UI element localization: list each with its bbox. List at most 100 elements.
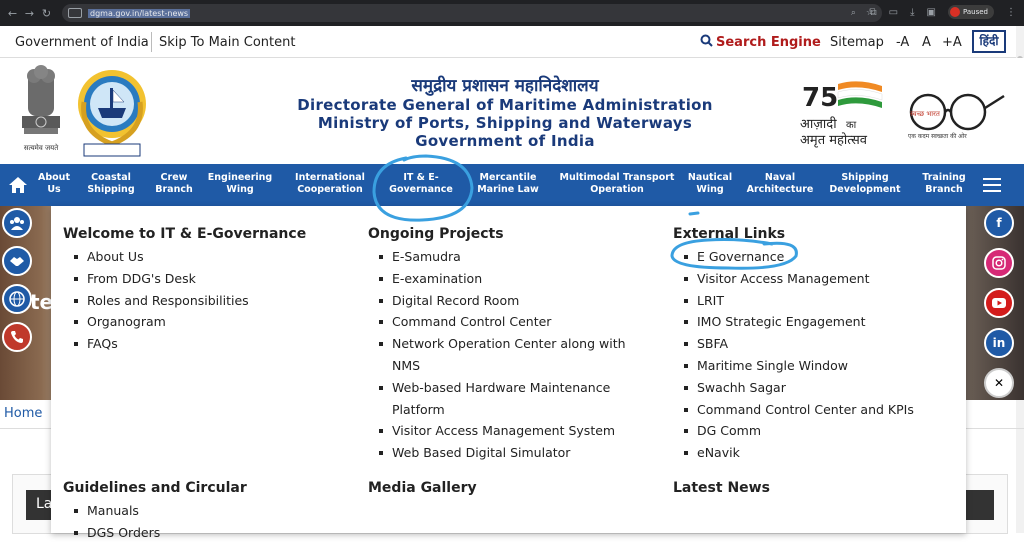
link-hardware-maintenance[interactable]: Web-based Hardware Maintenance Platform (368, 377, 648, 421)
nav-nautical-wing[interactable]: Nautical Wing (686, 172, 734, 196)
link-lrit[interactable]: LRIT (673, 290, 953, 312)
skip-to-main-link[interactable]: Skip To Main Content (159, 35, 295, 50)
link-command-control-center[interactable]: Command Control Center (368, 311, 648, 333)
column-external-links: External Links E Governance Visitor Acce… (673, 226, 953, 464)
font-increase-button[interactable]: +A (942, 35, 962, 50)
link-organogram[interactable]: Organogram (63, 311, 306, 333)
welcome-list: About Us From DDG's Desk Roles and Respo… (63, 246, 306, 355)
search-engine-label: Search Engine (716, 35, 821, 50)
link-e-examination[interactable]: E-examination (368, 268, 648, 290)
facebook-icon[interactable]: f (984, 208, 1014, 238)
link-enavik[interactable]: eNavik (673, 442, 953, 464)
link-from-ddgs-desk[interactable]: From DDG's Desk (63, 268, 306, 290)
youtube-icon[interactable] (984, 288, 1014, 318)
link-dg-comm[interactable]: DG Comm (673, 420, 953, 442)
link-swachh-sagar[interactable]: Swachh Sagar (673, 377, 953, 399)
hamburger-menu-icon[interactable] (983, 178, 1001, 192)
svg-text:एक कदम स्वच्छता की ओर: एक कदम स्वच्छता की ओर (908, 132, 967, 140)
nav-it-e-governance[interactable]: IT & E- Governance (386, 172, 456, 196)
nav-training-branch[interactable]: Training Branch (916, 172, 972, 196)
title-line3: Government of India (415, 132, 595, 150)
nav-crew-branch[interactable]: Crew Branch (150, 172, 198, 196)
nav-multimodal-transport[interactable]: Multimodal Transport Operation (558, 172, 676, 196)
handshake-icon[interactable] (2, 246, 32, 276)
nav-about-us[interactable]: About Us (36, 172, 72, 196)
language-toggle-button[interactable]: हिंदी (972, 30, 1006, 53)
title-line1: Directorate General of Maritime Administ… (297, 96, 713, 114)
globe-icon[interactable] (2, 284, 32, 314)
address-bar[interactable]: dgma.gov.in/latest-news ⌕ ☆ (62, 4, 882, 22)
profile-status: Paused (962, 8, 988, 16)
media-gallery-heading[interactable]: Media Gallery (368, 480, 477, 496)
nav-shipping-development[interactable]: Shipping Development (826, 172, 904, 196)
nav-label: Operation (590, 184, 644, 195)
url-text[interactable]: dgma.gov.in/latest-news (88, 8, 191, 18)
site-title-block: समुद्रीय प्रशासन महानिदेशालय Directorate… (260, 76, 750, 150)
instagram-icon[interactable] (984, 248, 1014, 278)
link-faqs[interactable]: FAQs (63, 333, 306, 355)
nav-mercantile-marine-law[interactable]: Mercantile Marine Law (474, 172, 542, 196)
column-media-gallery: Media Gallery (368, 480, 477, 500)
font-decrease-button[interactable]: -A (896, 35, 909, 50)
menu-kebab-icon[interactable]: ⋮ (1006, 7, 1016, 18)
reload-icon[interactable]: ↻ (38, 7, 55, 20)
download-icon[interactable]: ⤓ (910, 7, 914, 18)
link-manuals[interactable]: Manuals (63, 500, 247, 522)
link-e-samudra[interactable]: E-Samudra (368, 246, 648, 268)
link-command-control-kpis[interactable]: Command Control Center and KPIs (673, 399, 953, 421)
nav-international-cooperation[interactable]: International Cooperation (292, 172, 368, 196)
back-icon[interactable]: ← (4, 7, 21, 20)
sitemap-link[interactable]: Sitemap (830, 35, 884, 50)
phone-icon[interactable] (2, 322, 32, 352)
nav-label: Multimodal Transport (559, 172, 675, 183)
forward-icon[interactable]: → (21, 7, 38, 20)
gov-of-india-link[interactable]: Government of India (15, 35, 149, 50)
search-engine-link[interactable]: Search Engine (700, 34, 821, 51)
svg-text:अमृत महोत्सव: अमृत महोत्सव (800, 132, 868, 148)
screenshot-icon[interactable]: ▣ (927, 7, 936, 18)
link-digital-record-room[interactable]: Digital Record Room (368, 290, 648, 312)
latest-news-heading[interactable]: Latest News (673, 480, 770, 496)
link-visitor-access-management[interactable]: Visitor Access Management (673, 268, 953, 290)
latest-news-nav-button[interactable] (964, 490, 994, 520)
nav-label: Wing (226, 184, 254, 195)
utility-bar: Government of India Skip To Main Content… (0, 26, 1024, 58)
svg-text:स्वच्छ भारत: स्वच्छ भारत (910, 110, 941, 118)
link-roles-responsibilities[interactable]: Roles and Responsibilities (63, 290, 306, 312)
font-normal-button[interactable]: A (922, 35, 931, 50)
nav-label: Engineering (207, 172, 273, 183)
sidepanel-icon[interactable]: ▭ (889, 7, 898, 18)
link-visitor-access-system[interactable]: Visitor Access Management System (368, 420, 648, 442)
nav-coastal-shipping[interactable]: Coastal Shipping (84, 172, 138, 196)
nav-label: Mercantile (479, 172, 537, 183)
nav-label: Us (47, 184, 61, 195)
link-about-us[interactable]: About Us (63, 246, 306, 268)
link-maritime-single-window[interactable]: Maritime Single Window (673, 355, 953, 377)
nav-engineering-wing[interactable]: Engineering Wing (206, 172, 274, 196)
link-imo-strategic[interactable]: IMO Strategic Engagement (673, 311, 953, 333)
nav-label: Training (922, 172, 966, 183)
linkedin-icon[interactable]: in (984, 328, 1014, 358)
nav-label: Development (829, 184, 901, 195)
column-ongoing-projects: Ongoing Projects E-Samudra E-examination… (368, 226, 648, 464)
banner-text: te (30, 290, 54, 314)
link-e-governance[interactable]: E Governance (673, 246, 953, 268)
main-navigation: About Us Coastal Shipping Crew Branch Engin… (0, 164, 1024, 206)
welcome-heading: Welcome to IT & E-Governance (63, 226, 307, 242)
zoom-icon[interactable]: ⌕ (851, 8, 856, 18)
breadcrumb-home[interactable]: Home (4, 406, 42, 421)
profile-button[interactable]: Paused (947, 5, 994, 19)
link-network-operation-center[interactable]: Network Operation Center along with NMS (368, 333, 648, 377)
home-icon[interactable] (8, 176, 28, 194)
x-icon[interactable]: ✕ (984, 368, 1014, 398)
nav-label: Governance (389, 184, 453, 195)
nav-label: Nautical (687, 172, 733, 183)
site-info-icon[interactable] (68, 8, 82, 18)
nav-naval-architecture[interactable]: Naval Architecture (744, 172, 816, 196)
link-digital-simulator[interactable]: Web Based Digital Simulator (368, 442, 648, 464)
it-e-governance-megamenu: Welcome to IT & E-Governance About Us Fr… (51, 206, 966, 540)
group-users-icon[interactable] (2, 208, 32, 238)
extensions-icon[interactable]: ⧉ (870, 7, 877, 18)
link-sbfa[interactable]: SBFA (673, 333, 953, 355)
nav-label: Cooperation (297, 184, 363, 195)
